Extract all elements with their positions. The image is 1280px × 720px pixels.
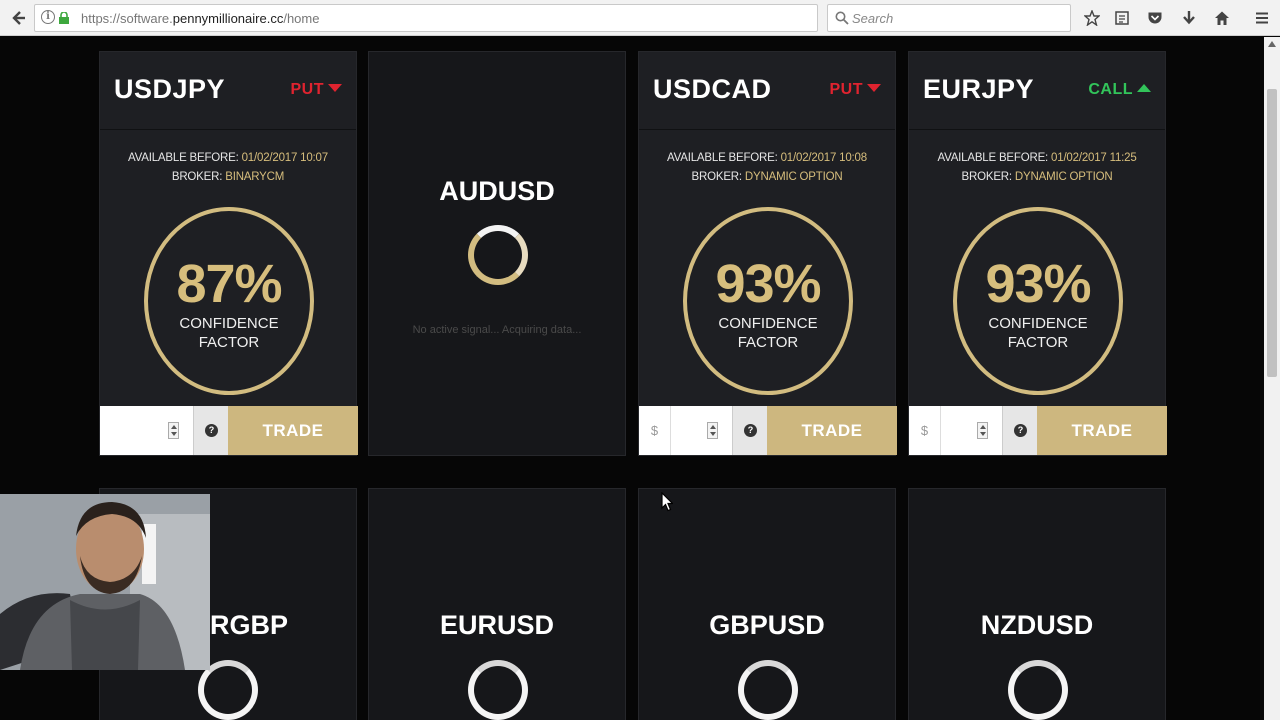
card-header: USDCAD PUT [639, 52, 895, 130]
signal-card-usdjpy: USDJPY PUT AVAILABLE BEFORE: 01/02/2017 … [99, 51, 358, 456]
pair-name: EURUSD [439, 610, 554, 640]
trade-row: ? TRADE [100, 406, 358, 455]
trade-row: $ ? TRADE [909, 406, 1167, 455]
trade-button[interactable]: TRADE [767, 406, 897, 455]
pair-name: EURJPY [923, 74, 1035, 104]
signal-card-eurjpy: EURJPY CALL AVAILABLE BEFORE: 01/02/2017… [908, 51, 1167, 456]
loading-spinner-icon [1008, 660, 1068, 720]
amount-stepper[interactable] [168, 422, 179, 439]
search-bar[interactable]: Search [827, 4, 1071, 32]
search-input[interactable]: Search [852, 11, 893, 26]
currency-symbol: $ [639, 406, 671, 455]
search-icon [835, 11, 849, 25]
page-scrollbar[interactable] [1264, 37, 1280, 720]
address-bar[interactable]: i https://software.pennymillionaire.cc/h… [34, 4, 840, 32]
direction-put: PUT [291, 81, 342, 99]
pocket-icon[interactable] [1143, 6, 1167, 30]
confidence-value: 93% [715, 254, 821, 314]
confidence-label: CONFIDENCE FACTOR [179, 315, 279, 351]
confidence-ring: 93% CONFIDENCE FACTOR [953, 207, 1123, 395]
scroll-up-icon[interactable] [1268, 41, 1276, 47]
arrow-up-icon [1137, 84, 1151, 92]
acquiring-status: No active signal... Acquiring data... [412, 324, 582, 336]
direction-call: CALL [1088, 81, 1151, 99]
loading-spinner-icon [738, 660, 798, 720]
pair-name: AUDUSD [439, 176, 555, 206]
card-header: EURJPY CALL [909, 52, 1165, 130]
broker: BROKER: DYNAMIC OPTION [691, 171, 843, 183]
amount-input[interactable]: $ ? [639, 406, 767, 455]
reading-list-icon[interactable] [1110, 6, 1134, 30]
trade-button[interactable]: TRADE [228, 406, 358, 455]
pair-name: NZDUSD [980, 610, 1094, 640]
url-text: https://software.pennymillionaire.cc/hom… [81, 11, 320, 26]
download-icon[interactable] [1177, 6, 1201, 30]
browser-toolbar: i https://software.pennymillionaire.cc/h… [0, 0, 1280, 36]
trade-button[interactable]: TRADE [1037, 406, 1167, 455]
lock-icon [59, 12, 69, 24]
amount-stepper[interactable] [707, 422, 718, 439]
confidence-label: CONFIDENCE FACTOR [718, 315, 818, 351]
help-icon[interactable]: ? [1014, 424, 1027, 437]
loading-card-4: NZDUSD [908, 488, 1166, 720]
confidence-value: 93% [985, 254, 1091, 314]
loading-spinner-icon [468, 660, 528, 720]
amount-stepper[interactable] [977, 422, 988, 439]
arrow-down-icon [328, 84, 342, 92]
menu-icon[interactable] [1250, 6, 1274, 30]
webcam-overlay [0, 494, 210, 670]
direction-put: PUT [830, 81, 881, 99]
confidence-ring: 87% CONFIDENCE FACTOR [144, 207, 314, 395]
broker: BROKER: DYNAMIC OPTION [961, 171, 1113, 183]
presenter-video-image [0, 494, 210, 670]
amount-input[interactable]: ? [100, 406, 228, 455]
amount-input[interactable]: $ ? [909, 406, 1037, 455]
confidence-ring: 93% CONFIDENCE FACTOR [683, 207, 853, 395]
card-header: USDJPY PUT [100, 52, 356, 130]
pair-name: USDJPY [114, 74, 226, 104]
back-arrow-icon[interactable] [6, 6, 30, 30]
signal-card-usdcad: USDCAD PUT AVAILABLE BEFORE: 01/02/2017 … [638, 51, 897, 456]
help-box[interactable]: ? [193, 406, 228, 455]
signal-card-audusd: AUDUSD No active signal... Acquiring dat… [368, 51, 626, 456]
loading-card-3: GBPUSD [638, 488, 896, 720]
loading-spinner-icon [468, 225, 528, 285]
bookmark-star-icon[interactable] [1080, 6, 1104, 30]
help-icon[interactable]: ? [744, 424, 757, 437]
pair-name: USDCAD [653, 74, 772, 104]
confidence-label: CONFIDENCE FACTOR [988, 315, 1088, 351]
loading-card-2: EURUSD [368, 488, 626, 720]
help-icon[interactable]: ? [205, 424, 218, 437]
home-icon[interactable] [1210, 6, 1234, 30]
mouse-cursor-icon [661, 492, 673, 512]
confidence-value: 87% [176, 254, 282, 314]
help-box[interactable]: ? [1002, 406, 1037, 455]
scroll-thumb[interactable] [1267, 89, 1277, 377]
arrow-down-icon [867, 84, 881, 92]
available-before: AVAILABLE BEFORE: 01/02/2017 10:08 [667, 152, 867, 164]
pair-name: GBPUSD [709, 610, 825, 640]
help-box[interactable]: ? [732, 406, 767, 455]
info-icon[interactable]: i [41, 10, 55, 24]
currency-symbol: $ [909, 406, 941, 455]
trade-row: $ ? TRADE [639, 406, 897, 455]
broker: BROKER: BINARYCM [171, 171, 285, 183]
available-before: AVAILABLE BEFORE: 01/02/2017 10:07 [128, 152, 328, 164]
available-before: AVAILABLE BEFORE: 01/02/2017 11:25 [937, 152, 1137, 164]
